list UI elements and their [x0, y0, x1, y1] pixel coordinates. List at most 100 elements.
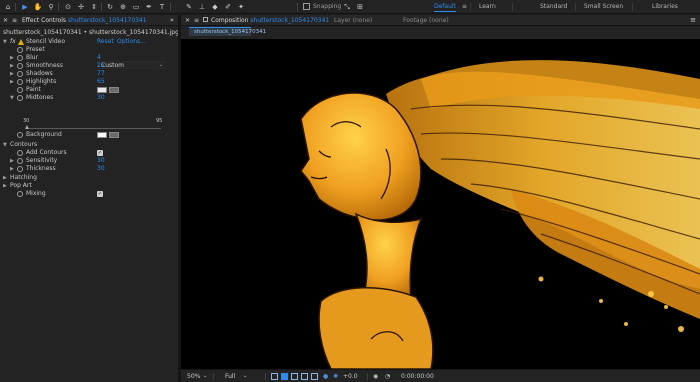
effect-options-link[interactable]: Options...	[117, 38, 146, 46]
stopwatch-icon[interactable]	[17, 63, 23, 69]
clone-stamp-icon[interactable]: ⊥	[197, 2, 207, 12]
stopwatch-icon[interactable]	[17, 79, 23, 85]
snap-edges-icon[interactable]: ⊞	[355, 2, 365, 12]
expand-triangle-icon[interactable]: ▶	[10, 165, 16, 173]
rectangle-tool-icon[interactable]: ▭	[131, 2, 141, 12]
expand-triangle-icon[interactable]: ▶	[3, 174, 9, 182]
stopwatch-icon[interactable]	[17, 55, 23, 61]
snapshot-camera-icon[interactable]: ◉	[373, 373, 378, 380]
panel-menu-icon[interactable]: ≡	[194, 17, 199, 24]
expand-triangle-icon[interactable]: ▶	[10, 54, 16, 62]
composition-subtab[interactable]: shutterstock_1054170341	[189, 27, 266, 36]
stopwatch-icon[interactable]	[17, 132, 23, 138]
stopwatch-icon[interactable]	[17, 158, 23, 164]
zoom-tool-icon[interactable]: ⚲	[46, 2, 56, 12]
hand-tool-icon[interactable]: ✋	[33, 2, 43, 12]
zoom-dropdown[interactable]: 50%	[187, 373, 200, 380]
stopwatch-icon[interactable]	[17, 191, 23, 197]
mask-visibility-icon[interactable]	[291, 373, 298, 380]
expand-triangle-icon[interactable]: ▶	[3, 182, 9, 190]
orbit-camera-icon[interactable]: ⊙	[63, 2, 73, 12]
collapse-triangle-icon[interactable]: ▼	[3, 141, 9, 149]
home-icon[interactable]: ⌂	[3, 2, 13, 12]
add-contours-checkbox[interactable]: ✓	[97, 150, 103, 156]
eraser-tool-icon[interactable]: ◆	[210, 2, 220, 12]
timecode[interactable]: 0:00:00:00	[401, 373, 434, 380]
workspace-libraries[interactable]: Libraries	[652, 3, 678, 10]
stopwatch-icon[interactable]	[17, 166, 23, 172]
snapping-checkbox[interactable]	[303, 3, 310, 10]
pan-camera-icon[interactable]: ✢	[76, 2, 86, 12]
show-snapshot-icon[interactable]: ◔	[385, 373, 390, 380]
workspace-small-screen[interactable]: Small Screen	[584, 3, 623, 10]
transparency-grid-icon[interactable]	[281, 373, 288, 380]
smoothness-value[interactable]: 25	[97, 62, 105, 70]
guides-icon[interactable]	[311, 373, 318, 380]
param-row-background: Background	[0, 131, 178, 139]
background-color-swatch[interactable]	[97, 132, 107, 138]
expand-triangle-icon[interactable]: ▶	[10, 70, 16, 78]
shadows-value[interactable]: 77	[97, 70, 105, 78]
workspace-default[interactable]: Default	[434, 3, 456, 10]
stopwatch-icon[interactable]	[17, 95, 23, 101]
puppet-pin-icon[interactable]: ✦	[236, 2, 246, 12]
midtones-slider-thumb[interactable]	[25, 125, 29, 129]
workspace-menu-icon[interactable]: ≡	[462, 3, 467, 10]
blur-value[interactable]: 4	[97, 54, 101, 62]
lock-icon[interactable]	[203, 17, 208, 22]
eyedropper-icon[interactable]	[109, 87, 119, 93]
selection-tool-icon[interactable]: ▶	[20, 2, 30, 12]
composition-tab[interactable]: Composition shutterstock_1054170341	[211, 17, 329, 24]
expand-triangle-icon[interactable]: ▶	[10, 157, 16, 165]
region-of-interest-icon[interactable]	[301, 373, 308, 380]
resolution-dropdown[interactable]: Full	[225, 373, 235, 380]
fast-previews-icon[interactable]	[271, 373, 278, 380]
close-icon[interactable]: ✕	[3, 17, 8, 24]
expand-triangle-icon[interactable]: ▶	[10, 78, 16, 86]
midtones-slider-max: 95	[156, 118, 163, 124]
midtones-slider-track[interactable]	[27, 128, 161, 129]
type-tool-icon[interactable]: T	[157, 2, 167, 12]
brush-tool-icon[interactable]: ✎	[184, 2, 194, 12]
anchor-tool-icon[interactable]: ⊕	[118, 2, 128, 12]
roto-brush-icon[interactable]: ✐	[223, 2, 233, 12]
effect-controls-layer-name[interactable]: shutterstock_1054170341	[68, 17, 147, 24]
stopwatch-icon[interactable]	[17, 71, 23, 77]
highlights-value[interactable]: 65	[97, 78, 105, 86]
footage-viewer-tab[interactable]: Footage (none)	[403, 17, 449, 24]
midtones-value[interactable]: 30	[97, 94, 105, 102]
pen-tool-icon[interactable]: ✒	[144, 2, 154, 12]
pop-art-group-row[interactable]: ▶ Pop Art	[0, 182, 178, 190]
collapse-triangle-icon[interactable]: ▼	[10, 94, 16, 102]
warning-icon	[18, 39, 24, 45]
panel-overflow-icon[interactable]: »	[170, 16, 174, 24]
sensitivity-value[interactable]: 30	[97, 157, 105, 165]
expand-triangle-icon[interactable]: ▶	[10, 62, 16, 70]
color-channel-icon[interactable]: ●	[323, 373, 328, 380]
snap-options-icon[interactable]: ⤡	[342, 2, 352, 12]
mixing-checkbox[interactable]: ✓	[97, 191, 103, 197]
paint-color-swatch[interactable]	[97, 87, 107, 93]
dolly-camera-icon[interactable]: ⇕	[89, 2, 99, 12]
stopwatch-icon[interactable]	[17, 47, 23, 53]
exposure-reset-icon[interactable]: ✺	[333, 373, 338, 380]
panel-menu-icon[interactable]: ≡	[12, 17, 17, 24]
effect-reset-link[interactable]: Reset	[97, 38, 114, 46]
rotate-tool-icon[interactable]: ↻	[105, 2, 115, 12]
workspace-standard[interactable]: Standard	[540, 3, 567, 10]
collapse-triangle-icon[interactable]: ▼	[3, 38, 9, 46]
contours-group-row[interactable]: ▼ Contours	[0, 141, 178, 149]
stopwatch-icon[interactable]	[17, 87, 23, 93]
hatching-group-row[interactable]: ▶ Hatching	[0, 174, 178, 182]
fx-toggle[interactable]: fx	[10, 38, 16, 46]
eyedropper-icon[interactable]	[109, 132, 119, 138]
effect-controls-tab[interactable]: ✕ ≡ Effect Controls shutterstock_1054170…	[0, 15, 178, 26]
stopwatch-icon[interactable]	[17, 150, 23, 156]
composition-viewer[interactable]	[181, 39, 700, 369]
layer-viewer-tab[interactable]: Layer (none)	[334, 17, 372, 24]
thickness-value[interactable]: 30	[97, 165, 105, 173]
exposure-value[interactable]: +0.0	[343, 373, 358, 380]
panel-overflow-icon[interactable]: ≡	[690, 16, 696, 24]
workspace-learn[interactable]: Learn	[479, 3, 496, 10]
close-icon[interactable]: ✕	[185, 17, 190, 24]
